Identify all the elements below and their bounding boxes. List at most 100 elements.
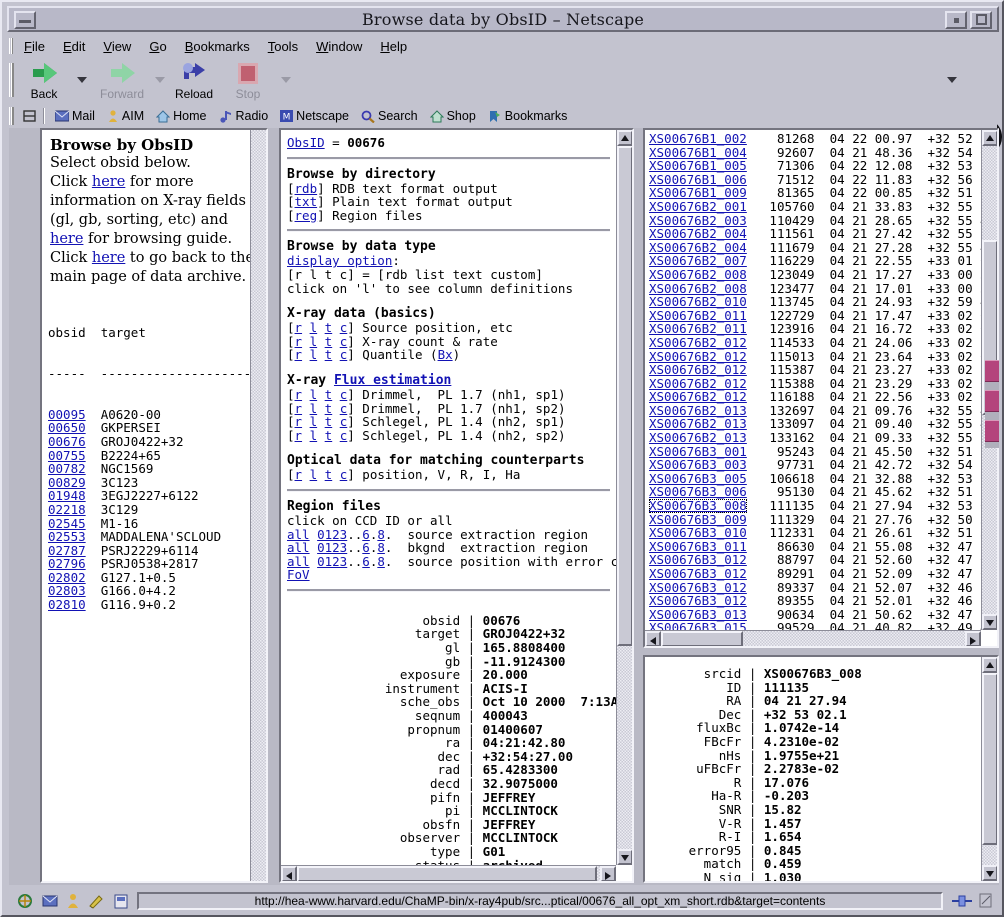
detail-row: observer | MCCLINTOCK — [287, 830, 558, 846]
format-token-c[interactable]: c — [340, 347, 348, 362]
directory-format-link[interactable]: reg — [295, 208, 318, 223]
personal-item-shop[interactable]: Shop — [424, 109, 482, 123]
region-ccd6-link[interactable]: 6 — [362, 554, 370, 569]
mid-scroll-down-button[interactable] — [617, 849, 632, 865]
link-bx[interactable]: Bx — [438, 347, 453, 362]
link-browsing-guide[interactable]: here — [50, 231, 83, 247]
toolbar-grip[interactable] — [9, 63, 14, 97]
maximize-button[interactable] — [970, 11, 992, 29]
detail-vscroll-thumb[interactable] — [982, 673, 997, 845]
format-token-t[interactable]: t — [325, 428, 333, 443]
link-obsid[interactable]: ObsID — [287, 135, 325, 150]
menu-file[interactable]: File — [15, 37, 54, 56]
format-token-l[interactable]: l — [310, 347, 318, 362]
mid-scroll-right-button[interactable] — [600, 866, 616, 881]
menu-go[interactable]: Go — [140, 37, 175, 56]
personal-item-home[interactable]: Home — [150, 109, 212, 123]
personal-item-aim[interactable]: AIM — [101, 109, 150, 123]
format-token-l[interactable]: l — [310, 467, 318, 482]
source-id-link[interactable]: XS00676B3_015 — [649, 620, 747, 630]
source-id-link[interactable]: XS00676B3_008 — [649, 499, 747, 513]
left-frame-vscrollbar[interactable] — [250, 130, 266, 881]
detail-scroll-up-button[interactable] — [982, 657, 997, 673]
source-row: XS00676B2_013 133162 04 21 09.33 +32 55 … — [649, 430, 981, 446]
source-scroll-right-button[interactable] — [965, 631, 981, 646]
format-token-c[interactable]: c — [340, 428, 348, 443]
forward-button[interactable]: Forward — [95, 60, 149, 102]
online-status-icon[interactable] — [951, 894, 973, 908]
print-dropdown-arrow[interactable] — [947, 77, 957, 83]
restore-button[interactable] — [945, 11, 967, 29]
detail-scroll-down-button[interactable] — [982, 865, 997, 881]
obsid-table: obsid target ----- -------------------- … — [48, 299, 250, 639]
minimize-button[interactable] — [14, 11, 36, 29]
source-scroll-down-button[interactable] — [982, 614, 997, 630]
link-main-page[interactable]: here — [92, 250, 125, 266]
back-dropdown-arrow[interactable] — [77, 77, 87, 83]
format-token-t[interactable]: t — [325, 347, 333, 362]
source-scroll-left-button[interactable] — [645, 631, 661, 646]
addressbook-icon[interactable] — [113, 893, 129, 909]
format-token-l[interactable]: l — [310, 428, 318, 443]
mid-hscroll-thumb[interactable] — [297, 866, 597, 881]
obsid-row: 02787 PSRJ2229+6114 — [48, 542, 199, 558]
obsid-row: 02553 MADDALENA'SCLOUD — [48, 529, 222, 545]
format-token-r[interactable]: r — [295, 467, 303, 482]
region-ccd8-link[interactable]: 8 — [377, 554, 385, 569]
format-token-r[interactable]: r — [295, 347, 303, 362]
format-token-r[interactable]: r — [295, 428, 303, 443]
personal-toolbar-folder-icon[interactable] — [19, 107, 39, 125]
left-vscroll-track[interactable] — [251, 130, 266, 881]
mid-vscroll-thumb[interactable] — [617, 146, 632, 646]
menu-view[interactable]: View — [94, 37, 140, 56]
link-more-info[interactable]: here — [92, 174, 125, 190]
source-detail-vscrollbar[interactable] — [981, 657, 997, 881]
detail-value: archived — [483, 858, 543, 865]
menu-tools[interactable]: Tools — [259, 37, 307, 56]
personal-item-netscape[interactable]: M Netscape — [274, 109, 355, 123]
obsid-link[interactable]: 02810 — [48, 597, 86, 612]
link-fov[interactable]: FoV — [287, 567, 310, 582]
forward-label: Forward — [99, 87, 144, 101]
detail-row: exposure | 20.000 — [287, 667, 528, 683]
stop-dropdown-arrow[interactable] — [281, 77, 291, 83]
resize-grip-icon[interactable] — [979, 893, 993, 909]
menu-edit[interactable]: Edit — [54, 37, 94, 56]
source-scroll-up-button[interactable] — [982, 130, 997, 146]
source-list-hscrollbar[interactable] — [645, 630, 981, 646]
mail-status-icon[interactable] — [42, 893, 58, 909]
security-icon[interactable] — [17, 893, 33, 909]
mail-icon — [55, 110, 69, 122]
detail-row: type | G01 — [287, 843, 506, 859]
reload-button[interactable]: Reload — [167, 60, 221, 102]
window-frame: Browse data by ObsID – Netscape File Edi… — [0, 0, 1004, 917]
source-detail-row: nHs | 1.9755e+21 — [651, 747, 840, 763]
composer-icon[interactable] — [88, 893, 104, 909]
menu-bookmarks[interactable]: Bookmarks — [176, 37, 259, 56]
personal-item-search[interactable]: Search — [355, 109, 424, 123]
region-ccd-link[interactable]: 0123 — [317, 554, 347, 569]
link-flux-estimation[interactable]: Flux estimation — [334, 373, 451, 388]
stop-button[interactable]: Stop — [221, 60, 275, 102]
aim-status-icon[interactable] — [67, 893, 79, 909]
format-token-t[interactable]: t — [325, 467, 333, 482]
personal-item-mail[interactable]: Mail — [49, 109, 101, 123]
menu-window[interactable]: Window — [307, 37, 371, 56]
source-hscroll-thumb[interactable] — [661, 631, 743, 646]
menu-help[interactable]: Help — [371, 37, 416, 56]
back-button[interactable]: Back — [17, 60, 71, 102]
frame-obsid-list: Browse by ObsID Select obsid below. Clic… — [40, 128, 268, 883]
personal-item-radio[interactable]: Radio — [213, 109, 275, 123]
mid-scroll-up-button[interactable] — [617, 130, 632, 146]
xray-data-row: [r l t c] Quantile (Bx) — [287, 347, 461, 363]
mid-scroll-left-button[interactable] — [281, 866, 297, 881]
mid-frame-hscrollbar[interactable] — [281, 865, 616, 881]
personal-item-bookmarks[interactable]: Bookmarks — [482, 109, 574, 123]
forward-dropdown-arrow[interactable] — [155, 77, 165, 83]
mid-frame-vscrollbar[interactable] — [616, 130, 632, 865]
region-row: all 0123..6.8. source extraction region — [287, 526, 589, 542]
source-row: XS00676B2_010 113745 04 21 24.93 +32 59 … — [649, 294, 981, 310]
background-window-marker — [985, 360, 999, 382]
obsid-detail-table: obsid | 00676 target | GROJ0422+32 gl | … — [287, 614, 616, 865]
format-token-c[interactable]: c — [340, 467, 348, 482]
